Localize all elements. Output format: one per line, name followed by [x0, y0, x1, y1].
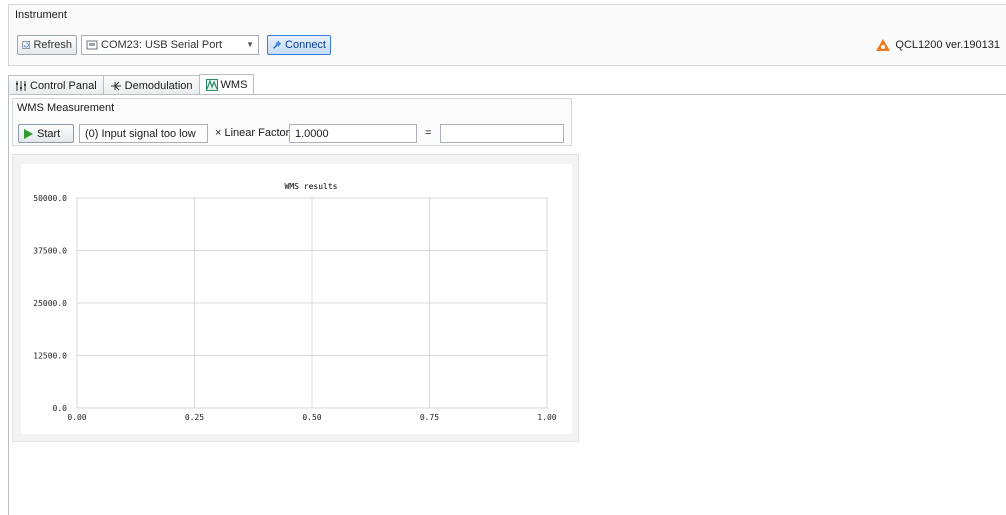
play-icon: [24, 128, 33, 139]
tab-label: Demodulation: [124, 79, 193, 92]
wave-icon: [205, 79, 218, 91]
chart-area: WMS results 0.0 12500.0 25000.0 37500.0 5000…: [21, 164, 572, 434]
refresh-label: Refresh: [33, 39, 72, 51]
port-value: COM23: USB Serial Port: [101, 39, 223, 51]
version-text: QCL1200 ver.190131: [895, 39, 1000, 51]
x-tick-label: 0.00: [67, 413, 86, 422]
chevron-down-icon[interactable]: ▼: [246, 40, 254, 49]
plug-icon: [273, 40, 282, 49]
tab-label: WMS: [220, 79, 248, 91]
instrument-group: Instrument Refresh COM23: USB Serial Por…: [8, 4, 1006, 66]
status-field: (0) Input signal too low: [79, 124, 208, 143]
wms-group-label: WMS Measurement: [17, 102, 115, 114]
start-label: Start: [37, 127, 61, 140]
demodulation-icon: [110, 81, 121, 90]
app-window: Instrument Refresh COM23: USB Serial Por…: [0, 0, 1006, 515]
chart-title: WMS results: [285, 182, 338, 191]
serial-port-icon: [86, 40, 98, 50]
connect-button[interactable]: Connect: [267, 35, 331, 55]
y-tick-label: 0.0: [53, 404, 68, 413]
x-tick-label: 0.25: [185, 413, 204, 422]
tab-divider: [8, 94, 1006, 95]
x-tick-label: 0.75: [420, 413, 439, 422]
result-field: [440, 124, 564, 143]
version-info: QCL1200 ver.190131: [875, 38, 1000, 52]
port-select[interactable]: COM23: USB Serial Port ▼: [81, 35, 259, 55]
tab-demodulation[interactable]: Demodulation: [102, 75, 200, 95]
sliders-icon: [16, 80, 26, 91]
y-tick-label: 37500.0: [33, 247, 67, 256]
x-tick-label: 1.00: [537, 413, 556, 422]
tab-bar: Control Panal Demodulation WMS: [8, 74, 255, 95]
content-border: [8, 94, 9, 515]
linear-factor-label: × Linear Factor: [215, 127, 290, 139]
refresh-button[interactable]: Refresh: [17, 35, 77, 55]
connect-label: Connect: [285, 39, 326, 51]
linear-factor-input[interactable]: 1.0000: [289, 124, 417, 143]
y-tick-label: 25000.0: [33, 299, 67, 308]
chart-panel: WMS results 0.0 12500.0 25000.0 37500.0 5000…: [12, 154, 579, 442]
x-tick-label: 0.50: [302, 413, 321, 422]
wms-results-chart: WMS results 0.0 12500.0 25000.0 37500.0 5000…: [33, 182, 557, 422]
wms-measurement-group: WMS Measurement Start (0) Input signal t…: [12, 98, 572, 146]
warning-icon: [876, 39, 891, 51]
refresh-icon: [22, 41, 31, 49]
y-tick-label: 12500.0: [33, 352, 67, 361]
tab-wms[interactable]: WMS: [198, 74, 255, 95]
start-button[interactable]: Start: [18, 124, 74, 143]
y-tick-label: 50000.0: [33, 194, 67, 203]
tab-label: Control Panal: [30, 79, 97, 92]
tab-control-panal[interactable]: Control Panal: [8, 75, 104, 95]
instrument-label: Instrument: [15, 9, 67, 21]
equals-label: =: [425, 127, 432, 139]
